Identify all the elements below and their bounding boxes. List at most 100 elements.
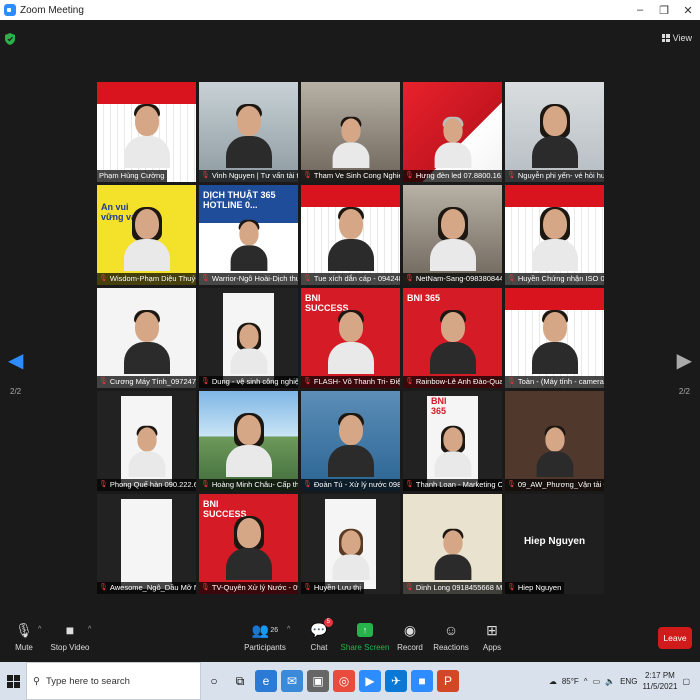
- participant-name: Hưng đèn led 07.8800.1616: [415, 171, 502, 180]
- muted-mic-icon: 🎙: [507, 584, 516, 591]
- tray-overflow-icon[interactable]: ^: [584, 677, 588, 686]
- task-view-icon[interactable]: ⧉: [229, 670, 251, 692]
- messenger-icon[interactable]: ✈: [385, 670, 407, 692]
- language-indicator[interactable]: ENG: [620, 677, 637, 686]
- previous-page-arrow-icon[interactable]: ◀: [8, 348, 23, 373]
- next-page-arrow-icon[interactable]: ▶: [677, 348, 692, 373]
- participant-name: NetNam-Sang-0983808448: [415, 274, 502, 283]
- window-title: Zoom Meeting: [20, 4, 84, 16]
- mail-icon[interactable]: ✉: [281, 670, 303, 692]
- leave-button[interactable]: Leave: [658, 627, 692, 649]
- video-tile[interactable]: An vui vững vai 🎙Wisdom-Phạm Diệu Thuý-.…: [97, 185, 196, 285]
- video-tile[interactable]: 🎙Cương Máy Tính_0972479...: [97, 288, 196, 388]
- network-icon[interactable]: ▭: [593, 677, 601, 686]
- view-button[interactable]: View: [661, 33, 692, 43]
- mute-button[interactable]: 🎙 Mute: [0, 620, 50, 653]
- video-tile[interactable]: 🎙 Huyền Lưu thị: [301, 494, 400, 594]
- cortana-icon[interactable]: ○: [203, 670, 225, 692]
- participant-name: Toàn - (Máy tính - camera...: [517, 377, 604, 386]
- video-tile[interactable]: 🎙 Tue xích dắn cáp - 094248...: [301, 185, 400, 285]
- grid-view-icon: [661, 34, 670, 42]
- video-tile[interactable]: BNI 365 🎙 Thanh Loan - Marketing O...: [403, 391, 502, 491]
- participant-name: Hiep Nguyen: [517, 583, 562, 592]
- participant-name: FLASH- Võ Thanh Tri- Điện...: [313, 377, 400, 386]
- apps-button[interactable]: ⊞ Apps: [466, 620, 518, 653]
- participant-name: Phong Quế hàn 090.222.61...: [109, 480, 196, 489]
- stop-video-button[interactable]: ■ Stop Video: [44, 620, 96, 652]
- zoom-meeting-taskbar-icon[interactable]: ■: [411, 670, 433, 692]
- close-button[interactable]: ✕: [676, 4, 700, 17]
- system-tray: ☁ 85°F ^ ▭ 🔈 ENG 2:17 PM 11/5/2021 ▢: [549, 662, 700, 700]
- zoom-app-icon: [4, 4, 16, 16]
- video-tile[interactable]: 🎙 Awesome_Ngô_Dầu Mỡ N...: [97, 494, 196, 594]
- participant-name: Tham Ve Sinh Cong Nghiep: [313, 171, 400, 180]
- video-tile[interactable]: 🎙 Dung - vệ sinh công nghiệp: [199, 288, 298, 388]
- participant-name: Hoàng Minh Châu- Cấp th...: [211, 480, 298, 489]
- muted-mic-icon: 🎙: [201, 584, 210, 591]
- start-button[interactable]: [0, 674, 26, 688]
- participants-button[interactable]: 👥 26 Participants: [239, 620, 291, 653]
- video-tile[interactable]: 🎙 Tham Ve Sinh Cong Nghiep: [301, 82, 400, 182]
- video-tile[interactable]: 🎙09_AW_Phương_Vận tải Qu...: [505, 391, 604, 491]
- store-icon[interactable]: ▣: [307, 670, 329, 692]
- video-tile[interactable]: 🎙 Hưng đèn led 07.8800.1616: [403, 82, 502, 182]
- video-tile[interactable]: 🎙Phong Quế hàn 090.222.61...: [97, 391, 196, 491]
- participant-name: Rainbow-Lê Anh Đào-Quat...: [415, 377, 502, 386]
- participant-big-name: Hiep Nguyen: [523, 536, 586, 547]
- apps-icon: ⊞: [486, 621, 498, 638]
- video-tile[interactable]: 🎙 Toàn - (Máy tính - camera...: [505, 288, 604, 388]
- clock[interactable]: 2:17 PM 11/5/2021: [642, 670, 677, 692]
- windows-logo-icon: [6, 674, 20, 688]
- minimize-button[interactable]: –: [628, 4, 652, 16]
- muted-mic-icon: 🎙: [507, 172, 516, 179]
- participant-name: Đoàn Tú - Xử lý nước 0988...: [313, 480, 400, 489]
- view-label: View: [672, 33, 692, 43]
- muted-mic-icon: 🎙: [405, 481, 414, 488]
- participant-name: Huyền Chứng nhận ISO 09...: [517, 274, 604, 283]
- maximize-button[interactable]: ❐: [652, 4, 676, 17]
- muted-mic-icon: 🎙: [201, 275, 210, 282]
- microphone-icon: 🎙: [15, 621, 33, 638]
- muted-mic-icon: 🎙: [99, 275, 108, 282]
- video-options-caret-icon[interactable]: ^: [88, 626, 91, 633]
- participant-name: Vinh Nguyen | Tư vấn tài tr...: [211, 171, 298, 180]
- video-tile[interactable]: DỊCH THUẬT 365 HOTLINE 0... 🎙 Warrior-Ngô…: [199, 185, 298, 285]
- chat-button[interactable]: 💬 5 Chat: [293, 618, 345, 652]
- search-icon: ⚲: [33, 675, 40, 687]
- participant-name: Thanh Loan - Marketing O...: [415, 480, 502, 489]
- security-shield-icon[interactable]: [5, 33, 15, 45]
- notifications-icon[interactable]: ▢: [682, 677, 690, 686]
- muted-mic-icon: 🎙: [507, 378, 516, 385]
- video-tile[interactable]: BNI 365 🎙Rainbow-Lê Anh Đào-Quat...: [403, 288, 502, 388]
- muted-mic-icon: 🎙: [303, 481, 312, 488]
- video-tile[interactable]: 🎙 NetNam-Sang-0983808448: [403, 185, 502, 285]
- video-tile[interactable]: 🎙 Nguyễn phi yến- vé hỏi hư...: [505, 82, 604, 182]
- zoom-taskbar-icon[interactable]: ▶: [359, 670, 381, 692]
- video-tile[interactable]: 🎙 Vinh Nguyen | Tư vấn tài tr...: [199, 82, 298, 182]
- page-indicator-left: 2/2: [10, 387, 22, 396]
- video-tile[interactable]: Phạm Hùng Cường: [97, 82, 196, 182]
- video-tile[interactable]: BNI SUCCESS 🎙FLASH- Võ Thanh Tri- Điện..…: [301, 288, 400, 388]
- muted-mic-icon: 🎙: [405, 172, 414, 179]
- volume-icon[interactable]: 🔈: [605, 677, 615, 686]
- meeting-toolbar: 🎙 Mute ^ ■ Stop Video ^ 👥 26 Participants…: [0, 612, 700, 662]
- video-tile[interactable]: 🎙Đoàn Tú - Xử lý nước 0988...: [301, 391, 400, 491]
- muted-mic-icon: 🎙: [201, 172, 210, 179]
- weather-icon[interactable]: ☁: [549, 677, 557, 686]
- powerpoint-icon[interactable]: P: [437, 670, 459, 692]
- video-gallery: Phạm Hùng Cường 🎙 Vinh Nguyen | Tư vấn tà…: [97, 82, 604, 594]
- window-titlebar: Zoom Meeting – ❐ ✕: [0, 0, 700, 20]
- edge-browser-icon[interactable]: e: [255, 670, 277, 692]
- video-tile[interactable]: 🎙Huyền Chứng nhận ISO 09...: [505, 185, 604, 285]
- video-tile[interactable]: Hiep Nguyen 🎙 Hiep Nguyen: [505, 494, 604, 594]
- audio-options-caret-icon[interactable]: ^: [38, 626, 41, 633]
- video-tile[interactable]: 🎙 Hoàng Minh Châu- Cấp th...: [199, 391, 298, 491]
- participants-options-caret-icon[interactable]: ^: [287, 626, 290, 633]
- taskbar-search-box[interactable]: ⚲ Type here to search: [26, 662, 201, 700]
- muted-mic-icon: 🎙: [405, 378, 414, 385]
- video-tile[interactable]: 🎙Dinh Long 0918455668 ME...: [403, 494, 502, 594]
- participant-name: Dinh Long 0918455668 ME...: [415, 583, 502, 592]
- video-tile[interactable]: BNI SUCCESS 🎙TV-Quyên Xử lý Nước - 09...: [199, 494, 298, 594]
- chrome-icon[interactable]: ◎: [333, 670, 355, 692]
- weather-temp[interactable]: 85°F: [562, 677, 579, 686]
